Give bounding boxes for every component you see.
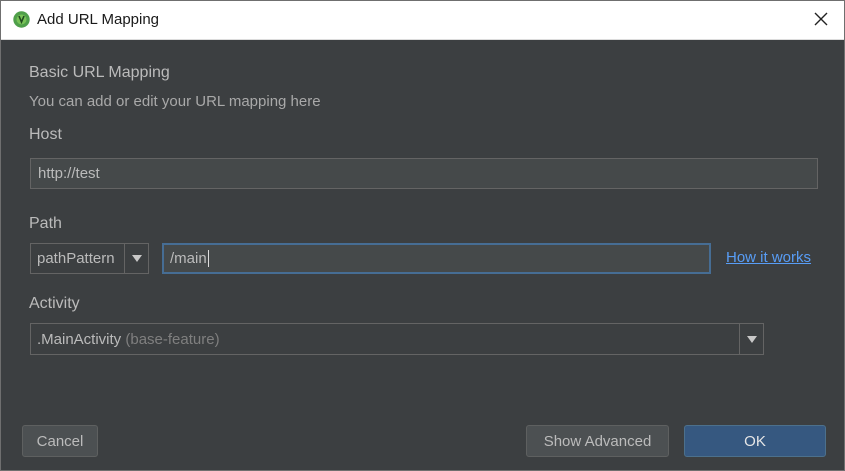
activity-selected: .MainActivity (base-feature) <box>31 331 739 348</box>
section-heading: Basic URL Mapping <box>29 64 170 81</box>
dialog-title: Add URL Mapping <box>37 11 160 28</box>
activity-dropdown[interactable]: .MainActivity (base-feature) <box>30 323 764 355</box>
host-label: Host <box>29 126 62 143</box>
add-url-mapping-dialog: Add URL Mapping Basic URL Mapping You ca… <box>0 0 845 471</box>
activity-name: .MainActivity <box>37 330 122 348</box>
title-bar: Add URL Mapping <box>1 1 844 40</box>
activity-label: Activity <box>29 295 80 312</box>
android-studio-icon <box>13 11 30 28</box>
cancel-button[interactable]: Cancel <box>22 425 98 457</box>
section-description: You can add or edit your URL mapping her… <box>29 93 321 110</box>
path-label: Path <box>29 215 62 232</box>
host-input[interactable]: http://test <box>30 158 818 189</box>
text-caret <box>207 250 209 267</box>
close-button[interactable] <box>798 1 844 39</box>
show-advanced-button[interactable]: Show Advanced <box>526 425 669 457</box>
chevron-down-icon <box>739 324 763 354</box>
host-value: http://test <box>38 165 100 182</box>
close-icon <box>814 11 828 30</box>
ok-button[interactable]: OK <box>684 425 826 457</box>
path-input[interactable]: /main <box>162 243 711 274</box>
path-type-selected: pathPattern <box>37 250 115 267</box>
path-value: /main <box>170 250 207 267</box>
activity-module: (base-feature) <box>125 330 220 348</box>
how-it-works-link[interactable]: How it works <box>726 249 811 266</box>
dialog-content: Basic URL Mapping You can add or edit yo… <box>1 40 844 470</box>
path-type-dropdown[interactable]: pathPattern <box>30 243 149 274</box>
chevron-down-icon <box>124 244 148 273</box>
